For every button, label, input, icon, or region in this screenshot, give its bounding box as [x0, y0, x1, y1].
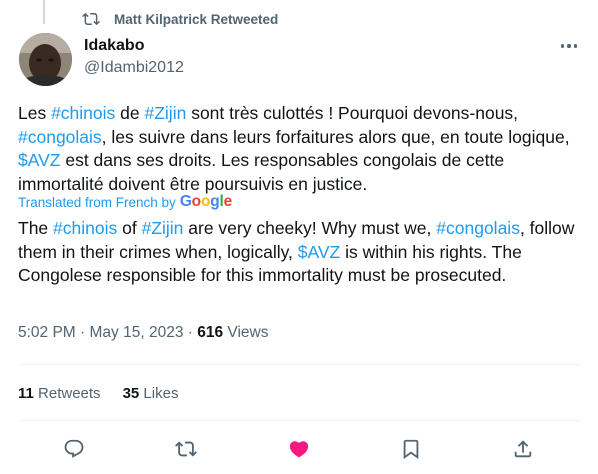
retweet-icon: [175, 441, 197, 457]
divider: [18, 364, 580, 365]
tweet-original-text: Les #chinois de #Zijin sont très culotté…: [18, 102, 583, 196]
avatar[interactable]: [19, 33, 72, 86]
translation-label: Translated from French by: [18, 194, 176, 210]
hashtag-link[interactable]: #congolais: [18, 127, 102, 147]
tweet-translated-text: The #chinois of #Zijin are very cheeky! …: [18, 217, 583, 288]
divider: [18, 420, 580, 421]
hashtag-link[interactable]: #Zijin: [142, 218, 184, 238]
views-count: 616: [197, 324, 224, 341]
hashtag-link[interactable]: #chinois: [51, 103, 115, 123]
google-logo: Google: [179, 193, 233, 210]
hashtag-link[interactable]: #chinois: [53, 218, 117, 238]
bookmark-icon: [403, 439, 419, 460]
more-dot-icon: [573, 44, 578, 48]
share-icon: [514, 440, 532, 458]
author-handle[interactable]: @Idambi2012: [84, 59, 184, 77]
tweet-text-segment: est dans ses droits. Les responsables co…: [18, 150, 505, 194]
cashtag-link[interactable]: $AVZ: [298, 242, 340, 262]
cashtag-link[interactable]: $AVZ: [18, 150, 60, 170]
retweet-icon: [82, 12, 100, 26]
tweet-text-segment: of: [117, 218, 142, 238]
tweet-text-segment: The: [18, 218, 54, 238]
action-bar: [0, 436, 598, 462]
like-icon: [289, 441, 309, 458]
views-label: Views: [227, 324, 269, 341]
tweet-text-segment: de: [115, 103, 145, 123]
likes-stat[interactable]: 35 Likes: [123, 385, 179, 402]
retweets-stat[interactable]: 11 Retweets: [18, 385, 101, 402]
tweet-stats: 11 Retweets 35 Likes: [18, 385, 178, 402]
tweet-text-segment: are very cheeky! Why must we,: [183, 218, 437, 238]
hashtag-link[interactable]: #congolais: [436, 218, 520, 238]
like-button[interactable]: [286, 436, 312, 462]
likes-label: Likes: [143, 385, 179, 402]
retweeter-link[interactable]: Matt Kilpatrick Retweeted: [114, 12, 278, 27]
translation-attribution[interactable]: Translated from French by Google: [18, 193, 232, 211]
tweet-text-segment: Les: [18, 103, 52, 123]
reply-button[interactable]: [61, 436, 87, 462]
more-options-button[interactable]: [556, 36, 582, 56]
retweet-button[interactable]: [173, 436, 199, 462]
reply-icon: [64, 439, 84, 458]
more-dot-icon: [560, 44, 565, 48]
hashtag-link[interactable]: #Zijin: [145, 103, 187, 123]
tweet-meta: 5:02 PM · May 15, 2023 · 616 Views: [18, 324, 269, 341]
tweet-text-segment: , les suivre dans leurs forfaitures alor…: [101, 126, 570, 147]
likes-count: 35: [122, 385, 140, 402]
tweet-date[interactable]: May 15, 2023: [90, 324, 184, 341]
retweets-label: Retweets: [38, 385, 101, 402]
avatar-image: [19, 33, 72, 86]
share-button[interactable]: [510, 436, 536, 462]
retweet-banner: Matt Kilpatrick Retweeted: [82, 10, 278, 28]
more-dot-icon: [567, 44, 571, 48]
thread-connector-line: [43, 0, 45, 24]
tweet-time[interactable]: 5:02 PM: [18, 324, 76, 341]
retweets-count: 11: [18, 385, 34, 402]
tweet-text-segment: sont très culottés ! Pourquoi devons-nou…: [186, 103, 519, 123]
bookmark-button[interactable]: [398, 436, 424, 462]
author-name[interactable]: Idakabo: [84, 37, 144, 55]
